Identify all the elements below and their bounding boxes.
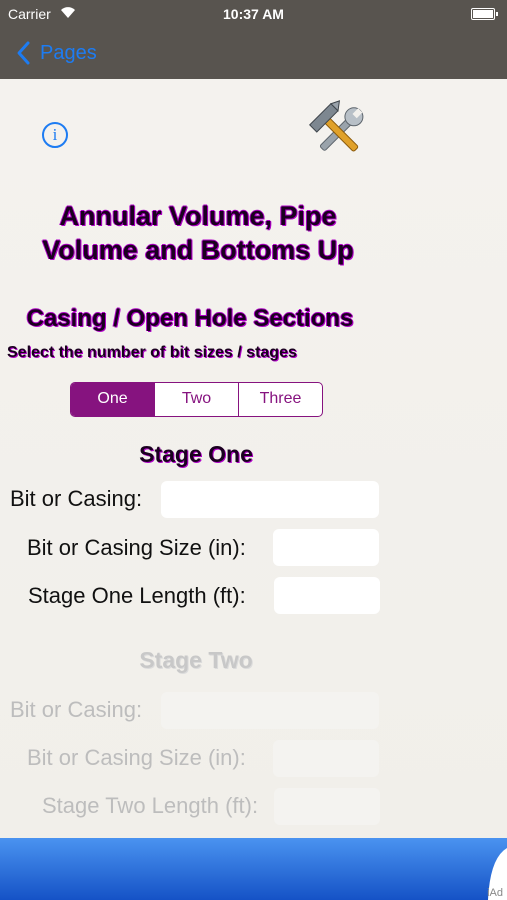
segment-one[interactable]: One <box>71 383 154 416</box>
navigation-bar: Pages <box>0 28 507 79</box>
stage-two-length-input <box>274 788 380 825</box>
segment-two[interactable]: Two <box>154 383 238 416</box>
main-content: i Annular Volume, Pipe Volume and Bottom… <box>0 79 507 840</box>
iad-label: iAd <box>487 887 503 899</box>
stage-two-bit-or-casing-label: Bit or Casing: <box>10 697 143 722</box>
stage-two-size-label: Bit or Casing Size (in): <box>27 745 246 770</box>
stage-two-bit-or-casing-input <box>161 692 379 729</box>
section-heading: Casing / Open Hole Sections <box>26 305 354 332</box>
page-title: Annular Volume, Pipe Volume and Bottoms … <box>0 199 396 267</box>
back-button-label: Pages <box>40 41 97 64</box>
status-time: 10:37 AM <box>223 6 284 22</box>
stage-one-bit-or-casing-input[interactable] <box>161 481 379 518</box>
battery-icon <box>471 8 498 20</box>
chevron-left-icon <box>17 41 30 65</box>
status-bar: Carrier 10:37 AM <box>0 0 507 28</box>
hammer-wrench-icon[interactable] <box>305 99 371 165</box>
instruction-text: Select the number of bit sizes / stages <box>7 344 297 361</box>
back-button[interactable]: Pages <box>14 40 97 66</box>
title-line-1: Annular Volume, Pipe <box>59 201 337 231</box>
stage-one-length-input[interactable] <box>274 577 380 614</box>
stage-one-size-input[interactable] <box>273 529 379 566</box>
ad-banner[interactable]: iAd <box>0 838 507 900</box>
stage-two-heading: Stage Two <box>139 647 253 673</box>
stage-one-bit-or-casing-label: Bit or Casing: <box>10 486 143 511</box>
stage-two-size-input <box>273 740 379 777</box>
segment-three[interactable]: Three <box>238 383 322 416</box>
title-line-2: Volume and Bottoms Up <box>42 235 354 265</box>
stage-one-heading: Stage One <box>139 441 253 467</box>
ad-wave-graphic <box>0 838 507 900</box>
stage-one-size-label: Bit or Casing Size (in): <box>27 535 246 560</box>
stage-count-segmented-control: One Two Three <box>70 382 323 417</box>
info-icon[interactable]: i <box>42 122 68 148</box>
stage-one-length-label: Stage One Length (ft): <box>28 583 246 608</box>
stage-two-length-label: Stage Two Length (ft): <box>42 793 259 818</box>
